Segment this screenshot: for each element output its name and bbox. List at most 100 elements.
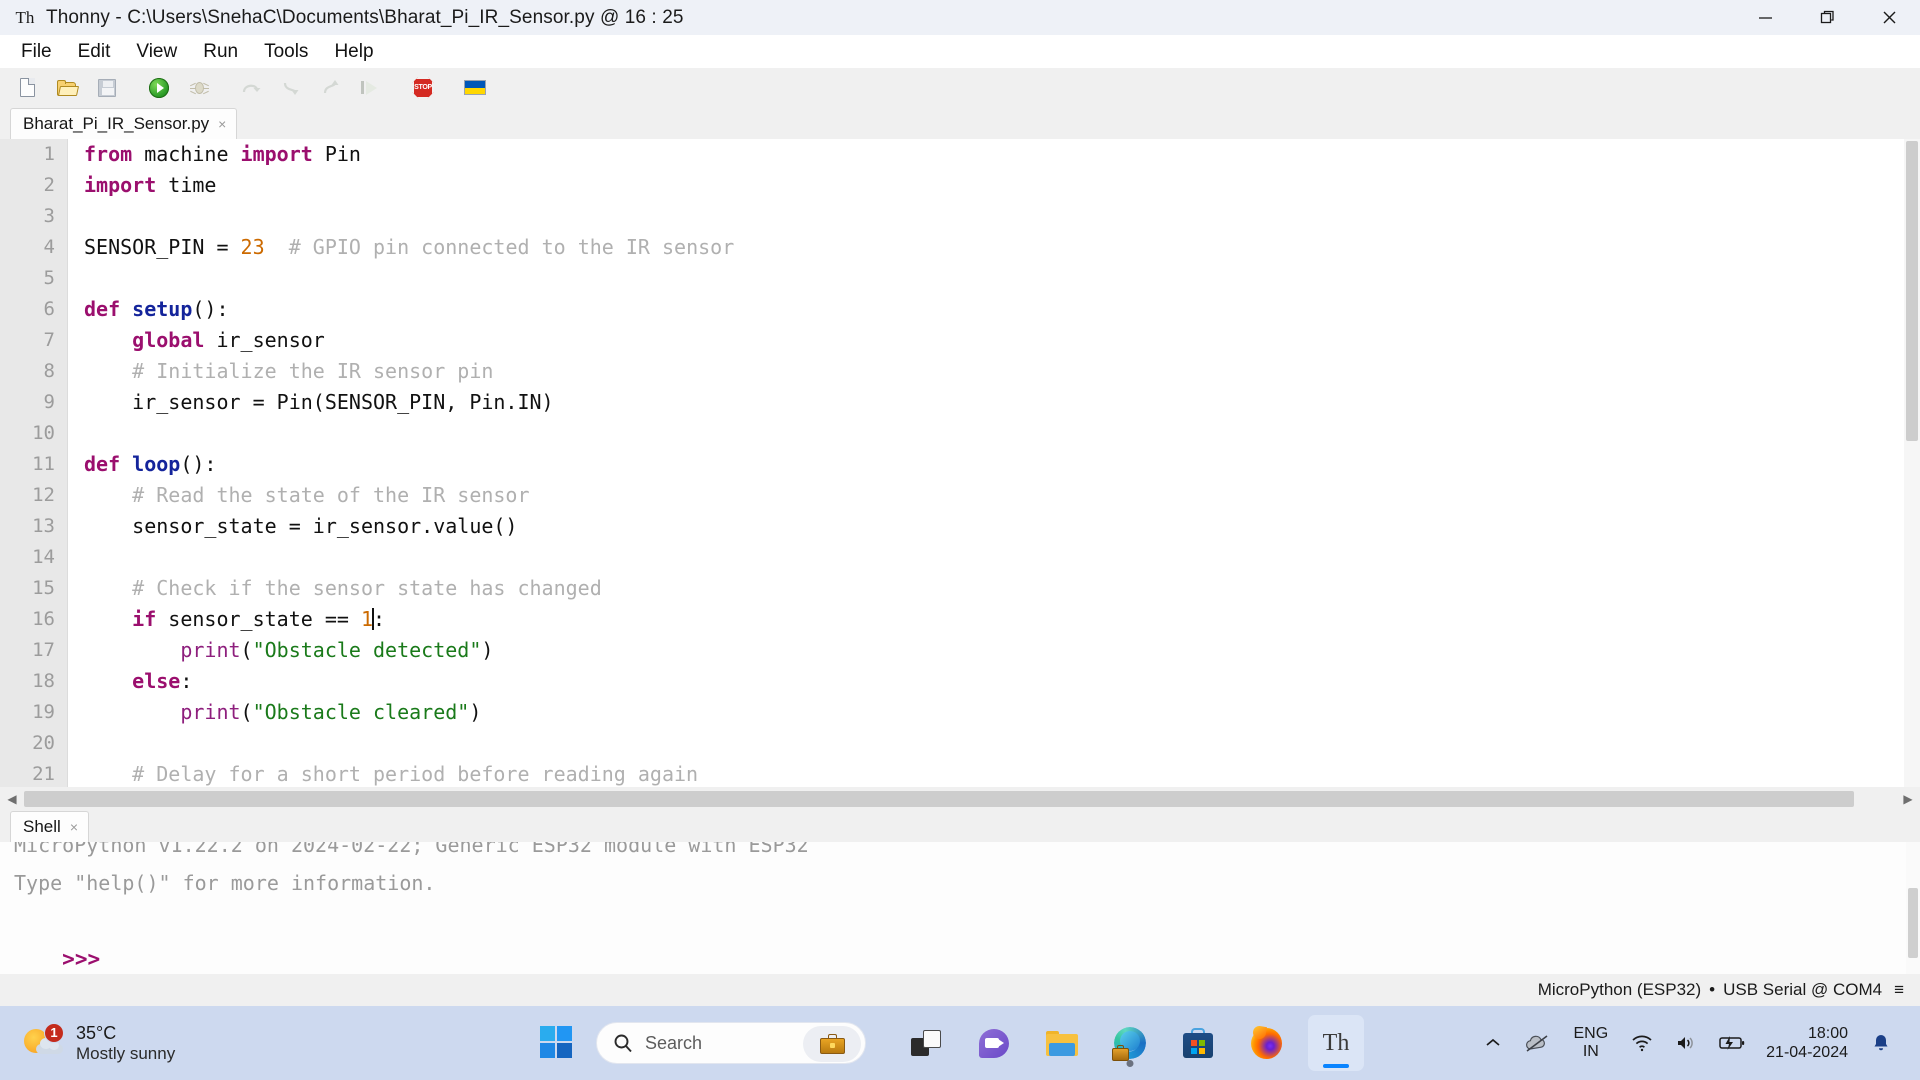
run-icon[interactable] [146, 75, 172, 101]
volume-icon[interactable] [1675, 1034, 1697, 1052]
close-button[interactable] [1858, 0, 1920, 35]
code-token: global [132, 328, 205, 352]
minimize-button[interactable] [1734, 0, 1796, 35]
code-line[interactable] [68, 418, 1920, 449]
scroll-left-arrow-icon[interactable]: ◀ [0, 787, 24, 811]
editor-vertical-scrollbar-thumb[interactable] [1906, 141, 1918, 441]
code-line[interactable] [68, 542, 1920, 573]
editor-hscroll-track[interactable] [24, 787, 1896, 811]
editor-vertical-scrollbar[interactable] [1904, 139, 1920, 787]
step-out-icon[interactable] [318, 75, 344, 101]
window-title-separator: - [115, 6, 122, 28]
task-view-icon[interactable] [900, 1017, 952, 1069]
code-line[interactable]: def loop(): [68, 449, 1920, 480]
code-line[interactable]: from machine import Pin [68, 139, 1920, 170]
status-connection[interactable]: USB Serial @ COM4 [1723, 980, 1882, 1000]
start-button-icon[interactable] [540, 1026, 574, 1060]
edge-icon[interactable] [1104, 1017, 1156, 1069]
debug-icon[interactable] [186, 75, 212, 101]
code-line[interactable]: # Delay for a short period before readin… [68, 759, 1920, 787]
shell-vertical-scrollbar-thumb[interactable] [1908, 888, 1918, 958]
weather-widget[interactable]: 1 35°C Mostly sunny [22, 1023, 175, 1063]
code-line[interactable]: sensor_state = ir_sensor.value() [68, 511, 1920, 542]
line-number: 15 [32, 577, 55, 599]
menu-item-view[interactable]: View [123, 38, 190, 66]
work-profile-icon[interactable] [803, 1026, 861, 1062]
code-token: "Obstacle detected" [252, 638, 482, 662]
code-line[interactable]: else: [68, 666, 1920, 697]
thonny-taskbar-icon[interactable]: Th [1308, 1015, 1364, 1071]
line-number: 3 [43, 205, 55, 227]
shell-panel[interactable]: MicroPython v1.22.2 on 2024-02-22; Gener… [0, 842, 1920, 974]
code-line[interactable]: if sensor_state == 1: [68, 604, 1920, 635]
menu-item-help[interactable]: Help [321, 38, 386, 66]
shell-prompt-line[interactable]: >>> [0, 902, 1920, 971]
code-line[interactable]: # Initialize the IR sensor pin [68, 356, 1920, 387]
code-token: # Delay for a short period before readin… [84, 762, 699, 786]
scroll-right-arrow-icon[interactable]: ▶ [1896, 787, 1920, 811]
editor-tab-bharat-pi-ir-sensor[interactable]: Bharat_Pi_IR_Sensor.py × [10, 108, 238, 139]
taskbar-search-box[interactable]: Search [596, 1022, 866, 1064]
code-line[interactable]: print("Obstacle cleared") [68, 697, 1920, 728]
code-token: setup [132, 297, 193, 321]
line-number: 1 [43, 143, 55, 165]
code-line[interactable]: SENSOR_PIN = 23 # GPIO pin connected to … [68, 232, 1920, 263]
code-token: ) [469, 700, 482, 724]
battery-charging-icon[interactable] [1719, 1035, 1745, 1051]
resume-icon[interactable] [358, 75, 384, 101]
language-indicator[interactable]: ENG IN [1573, 1025, 1608, 1060]
step-over-icon[interactable] [238, 75, 264, 101]
shell-tab-close-icon[interactable]: × [70, 819, 78, 835]
taskbar-clock[interactable]: 18:00 21-04-2024 [1766, 1024, 1848, 1062]
code-line[interactable] [68, 728, 1920, 759]
save-file-icon[interactable] [94, 75, 120, 101]
code-text-area[interactable]: from machine import Pin import time SENSOR… [68, 139, 1920, 787]
line-number-gutter: 1 2 3 4 5 6 7 8 9 10 11 12 13 14 15 16 17 18 19 20 21 [0, 139, 68, 787]
stop-icon[interactable]: STOP [410, 75, 436, 101]
code-line[interactable] [68, 263, 1920, 294]
code-line[interactable]: # Check if the sensor state has changed [68, 573, 1920, 604]
code-line[interactable]: ir_sensor = Pin(SENSOR_PIN, Pin.IN) [68, 387, 1920, 418]
code-line[interactable]: print("Obstacle detected") [68, 635, 1920, 666]
menu-item-file[interactable]: File [8, 38, 65, 66]
code-line[interactable] [68, 201, 1920, 232]
code-line[interactable]: global ir_sensor [68, 325, 1920, 356]
menu-item-tools[interactable]: Tools [251, 38, 321, 66]
window-controls [1734, 0, 1920, 35]
open-file-icon[interactable] [54, 75, 80, 101]
chevron-up-icon[interactable] [1484, 1036, 1502, 1050]
line-number: 12 [32, 484, 55, 506]
shell-vertical-scrollbar[interactable] [1906, 842, 1920, 974]
menu-item-edit[interactable]: Edit [65, 38, 124, 66]
weather-description: Mostly sunny [76, 1043, 176, 1063]
wifi-icon[interactable] [1631, 1034, 1653, 1052]
status-interpreter[interactable]: MicroPython (ESP32) [1538, 980, 1701, 1000]
file-explorer-icon[interactable] [1036, 1017, 1088, 1069]
line-number: 13 [32, 515, 55, 537]
code-line[interactable]: # Read the state of the IR sensor [68, 480, 1920, 511]
code-token: ) [481, 638, 494, 662]
firefox-icon[interactable] [1240, 1017, 1292, 1069]
notification-bell-icon[interactable] [1871, 1033, 1891, 1053]
editor-hscroll-thumb[interactable] [24, 791, 1854, 807]
new-file-icon[interactable] [14, 75, 40, 101]
step-into-icon[interactable] [278, 75, 304, 101]
editor-tab-close-icon[interactable]: × [218, 116, 226, 132]
shell-tab-label: Shell [23, 817, 61, 836]
menu-item-run[interactable]: Run [190, 38, 251, 66]
code-line[interactable]: def setup(): [68, 294, 1920, 325]
ukraine-flag-icon[interactable] [462, 75, 488, 101]
code-editor[interactable]: 1 2 3 4 5 6 7 8 9 10 11 12 13 14 15 16 17 18 19 20 21 from m… [0, 139, 1920, 811]
status-menu-icon[interactable]: ≡ [1894, 980, 1904, 1000]
shell-tab[interactable]: Shell × [10, 811, 89, 842]
code-line[interactable]: import time [68, 170, 1920, 201]
code-token: ( [240, 700, 253, 724]
onedrive-offline-icon[interactable] [1524, 1033, 1550, 1053]
microsoft-store-icon[interactable] [1172, 1017, 1224, 1069]
code-token: Pin [312, 142, 361, 166]
editor-horizontal-scrollbar[interactable]: ◀ ▶ [0, 787, 1920, 811]
maximize-button[interactable] [1796, 0, 1858, 35]
chat-icon[interactable] [968, 1017, 1020, 1069]
